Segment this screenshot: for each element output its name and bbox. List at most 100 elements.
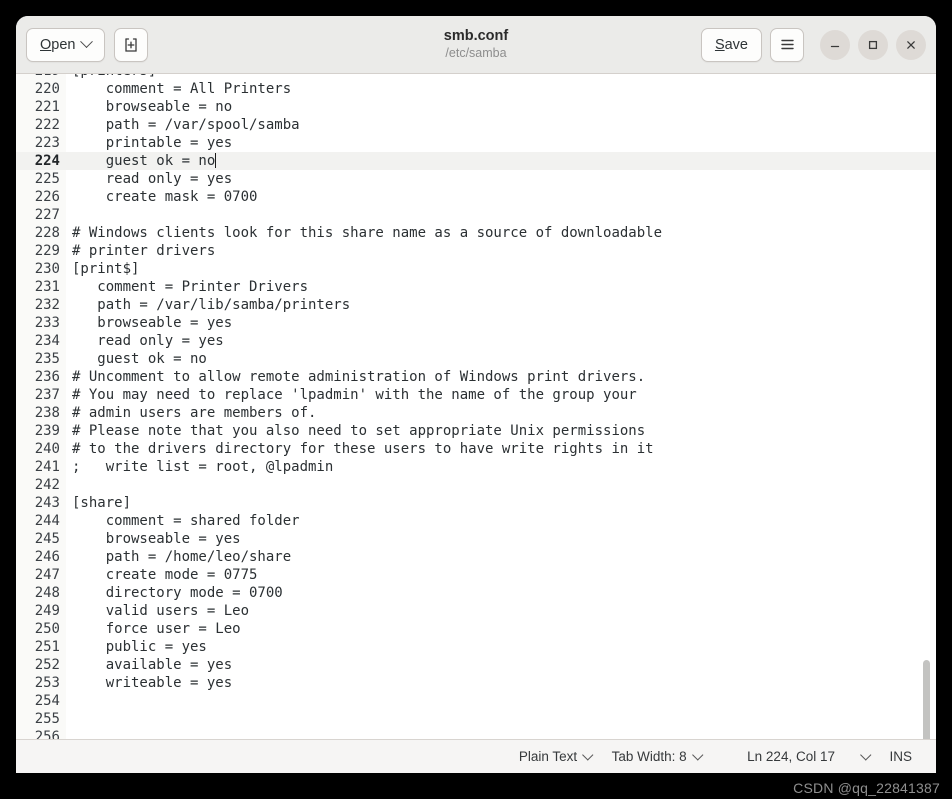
line-text[interactable]: [share] xyxy=(66,494,936,512)
editor-line[interactable]: 242 xyxy=(16,476,936,494)
line-text[interactable] xyxy=(66,476,936,494)
line-text[interactable]: path = /var/lib/samba/printers xyxy=(66,296,936,314)
line-text[interactable]: comment = All Printers xyxy=(66,80,936,98)
cursor-position-dropdown[interactable] xyxy=(845,744,880,770)
main-menu-button[interactable] xyxy=(770,27,804,62)
line-number: 224 xyxy=(16,152,66,170)
line-text[interactable] xyxy=(66,206,936,224)
line-text[interactable]: # admin users are members of. xyxy=(66,404,936,422)
editor-line[interactable]: 246 path = /home/leo/share xyxy=(16,548,936,566)
editor-line[interactable]: 249 valid users = Leo xyxy=(16,602,936,620)
editor-text-view[interactable]: 219[printers]220 comment = All Printers2… xyxy=(16,74,936,739)
line-text[interactable]: read only = yes xyxy=(66,332,936,350)
line-text[interactable]: create mask = 0700 xyxy=(66,188,936,206)
editor-area[interactable]: 219[printers]220 comment = All Printers2… xyxy=(16,74,936,739)
line-text[interactable]: comment = shared folder xyxy=(66,512,936,530)
line-text[interactable] xyxy=(66,710,936,728)
editor-line[interactable]: 238 # admin users are members of. xyxy=(16,404,936,422)
desktop-background: Open smb.conf /etc/samba Save 220 commen… xyxy=(0,0,952,799)
line-text[interactable]: # Please note that you also need to set … xyxy=(66,422,936,440)
line-text[interactable]: guest ok = no xyxy=(66,152,936,170)
editor-line[interactable]: 239 # Please note that you also need to s… xyxy=(16,422,936,440)
line-text[interactable]: printable = yes xyxy=(66,134,936,152)
editor-line[interactable]: 236 # Uncomment to allow remote administr… xyxy=(16,368,936,386)
line-text[interactable]: [print$] xyxy=(66,260,936,278)
tab-width-selector[interactable]: Tab Width: 8 xyxy=(602,744,712,770)
line-text[interactable]: available = yes xyxy=(66,656,936,674)
line-text[interactable]: browseable = yes xyxy=(66,314,936,332)
line-text[interactable]: # Uncomment to allow remote administrati… xyxy=(66,368,936,386)
line-text[interactable]: force user = Leo xyxy=(66,620,936,638)
editor-line[interactable]: 248 directory mode = 0700 xyxy=(16,584,936,602)
line-text[interactable]: path = /home/leo/share xyxy=(66,548,936,566)
editor-line[interactable]: 247 create mode = 0775 xyxy=(16,566,936,584)
save-rest: ave xyxy=(724,36,748,53)
line-text[interactable] xyxy=(66,692,936,710)
line-text[interactable]: guest ok = no xyxy=(66,350,936,368)
editor-line-current[interactable]: 224 guest ok = no xyxy=(16,152,936,170)
editor-line[interactable]: 244 comment = shared folder xyxy=(16,512,936,530)
editor-line[interactable]: 226 create mask = 0700 xyxy=(16,188,936,206)
line-text[interactable]: comment = Printer Drivers xyxy=(66,278,936,296)
editor-line[interactable]: 237 # You may need to replace 'lpadmin' w… xyxy=(16,386,936,404)
editor-line[interactable]: 222 path = /var/spool/samba xyxy=(16,116,936,134)
line-number: 247 xyxy=(16,566,66,584)
line-text[interactable]: browseable = no xyxy=(66,98,936,116)
editor-line[interactable]: 241; write list = root, @lpadmin xyxy=(16,458,936,476)
line-text[interactable]: # Windows clients look for this share na… xyxy=(66,224,936,242)
editor-line[interactable]: 254 xyxy=(16,692,936,710)
line-text[interactable]: valid users = Leo xyxy=(66,602,936,620)
editor-line[interactable]: 232 path = /var/lib/samba/printers xyxy=(16,296,936,314)
editor-line[interactable]: 231 comment = Printer Drivers xyxy=(16,278,936,296)
line-text[interactable]: # You may need to replace 'lpadmin' with… xyxy=(66,386,936,404)
editor-line[interactable]: 228 # Windows clients look for this share… xyxy=(16,224,936,242)
editor-line[interactable]: 234 read only = yes xyxy=(16,332,936,350)
editor-line[interactable]: 250 force user = Leo xyxy=(16,620,936,638)
new-document-button[interactable] xyxy=(114,27,149,62)
line-text[interactable]: create mode = 0775 xyxy=(66,566,936,584)
minimize-icon xyxy=(830,45,840,47)
status-bar: Plain Text Tab Width: 8 Ln 224, Col 17 I… xyxy=(16,739,936,773)
line-text[interactable]: directory mode = 0700 xyxy=(66,584,936,602)
editor-line[interactable]: 245 browseable = yes xyxy=(16,530,936,548)
editor-line[interactable]: 230 [print$] xyxy=(16,260,936,278)
editor-line[interactable]: 253 writeable = yes xyxy=(16,674,936,692)
line-text[interactable]: ; write list = root, @lpadmin xyxy=(66,458,936,476)
minimize-button[interactable] xyxy=(820,29,850,60)
cursor-position-selector[interactable]: Ln 224, Col 17 xyxy=(737,744,845,770)
editor-line[interactable]: 243 [share] xyxy=(16,494,936,512)
line-text[interactable]: writeable = yes xyxy=(66,674,936,692)
insert-mode-indicator: INS xyxy=(879,744,922,770)
line-text[interactable]: # to the drivers directory for these use… xyxy=(66,440,936,458)
line-text[interactable] xyxy=(66,728,936,739)
line-number: 254 xyxy=(16,692,66,710)
editor-line[interactable]: 220 comment = All Printers xyxy=(16,80,936,98)
editor-line[interactable]: 256 xyxy=(16,728,936,739)
line-text[interactable]: read only = yes xyxy=(66,170,936,188)
close-button[interactable] xyxy=(896,29,926,60)
open-button[interactable]: Open xyxy=(26,27,106,62)
editor-line[interactable]: 240 # to the drivers directory for these … xyxy=(16,440,936,458)
editor-line[interactable]: 225 read only = yes xyxy=(16,170,936,188)
language-selector[interactable]: Plain Text xyxy=(509,744,602,770)
save-button[interactable]: Save xyxy=(700,27,762,62)
line-text[interactable]: # printer drivers xyxy=(66,242,936,260)
editor-line[interactable]: 235 guest ok = no xyxy=(16,350,936,368)
line-text[interactable]: browseable = yes xyxy=(66,530,936,548)
editor-line[interactable]: 251 public = yes xyxy=(16,638,936,656)
vertical-scrollbar[interactable] xyxy=(920,74,934,739)
scrollbar-thumb[interactable] xyxy=(923,660,930,739)
line-text[interactable]: path = /var/spool/samba xyxy=(66,116,936,134)
editor-line[interactable]: 229 # printer drivers xyxy=(16,242,936,260)
page-subtitle-path: /etc/samba xyxy=(445,45,507,60)
line-number: 256 xyxy=(16,728,66,739)
maximize-button[interactable] xyxy=(858,29,888,60)
editor-line[interactable]: 255 xyxy=(16,710,936,728)
line-text[interactable]: public = yes xyxy=(66,638,936,656)
line-number: 244 xyxy=(16,512,66,530)
editor-line[interactable]: 233 browseable = yes xyxy=(16,314,936,332)
editor-line[interactable]: 227 xyxy=(16,206,936,224)
editor-line[interactable]: 221 browseable = no xyxy=(16,98,936,116)
editor-line[interactable]: 223 printable = yes xyxy=(16,134,936,152)
editor-line[interactable]: 252 available = yes xyxy=(16,656,936,674)
